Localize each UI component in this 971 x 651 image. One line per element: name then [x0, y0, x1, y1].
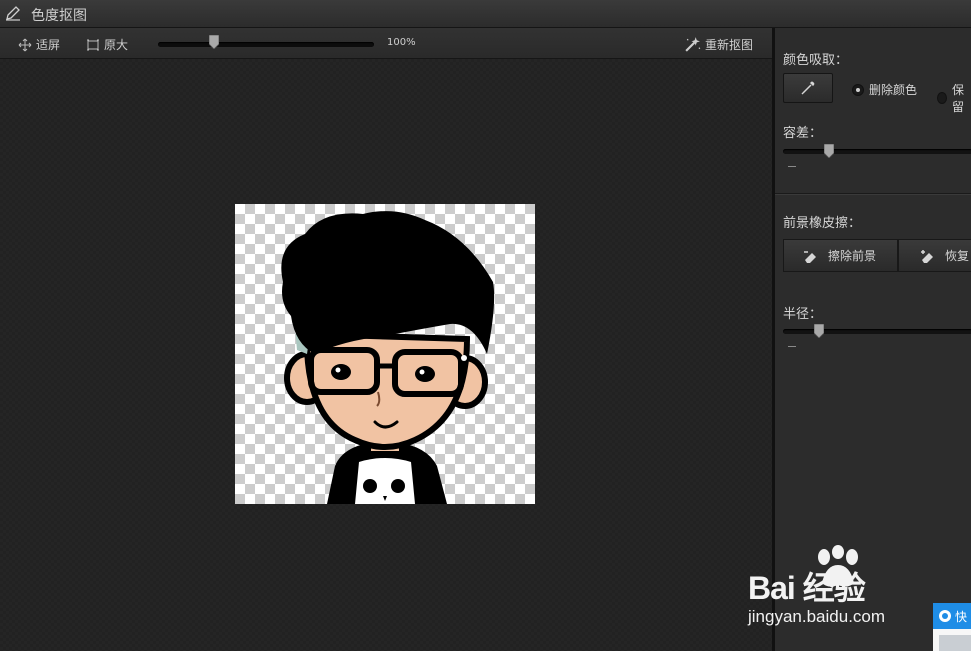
tolerance-min-tick [788, 166, 796, 167]
remove-color-radio[interactable]: 删除颜色 [852, 81, 917, 98]
eyedropper-button[interactable] [783, 73, 833, 103]
title-bar: 色度抠图 [0, 0, 971, 28]
radius-slider-thumb[interactable] [814, 324, 825, 338]
side-popup[interactable]: 快 [933, 603, 971, 651]
radio-dot [852, 83, 864, 96]
magic-wand-icon [685, 37, 701, 52]
radius-slider[interactable] [783, 329, 971, 334]
erase-foreground-button[interactable]: 擦除前景 [783, 239, 898, 272]
tolerance-slider[interactable] [783, 149, 971, 154]
reselect-button[interactable]: 重新抠图 [684, 36, 753, 53]
reselect-label: 重新抠图 [705, 38, 754, 52]
window-title: 色度抠图 [31, 8, 87, 24]
restore-button[interactable]: 恢复 [898, 239, 971, 272]
radius-min-tick [788, 346, 796, 347]
eyedropper-icon [801, 81, 815, 95]
preview-canvas[interactable] [0, 59, 772, 651]
popup-icon [939, 610, 951, 622]
settings-panel: 颜色吸取： 删除颜色 保留 容差： 前景橡皮擦： 擦除前景 恢复 半径： [775, 28, 971, 651]
tolerance-label: 容差： [783, 126, 823, 141]
fit-screen-label: 适屏 [36, 38, 61, 52]
radius-label: 半径： [783, 307, 823, 322]
fit-screen-icon [18, 38, 32, 51]
fit-screen-button[interactable]: 适屏 [18, 36, 60, 53]
zoom-percent: 100% [387, 37, 416, 48]
cutout-image [235, 204, 535, 504]
radio-dot [937, 92, 947, 104]
erase-foreground-label: 擦除前景 [828, 249, 877, 263]
keep-color-label: 保留 [951, 83, 964, 114]
eraser-icon [804, 250, 816, 263]
original-size-button[interactable]: 原大 [86, 36, 128, 53]
section-separator [775, 193, 971, 195]
tolerance-slider-thumb[interactable] [823, 144, 834, 158]
pen-icon [6, 6, 20, 21]
zoom-slider[interactable] [158, 42, 374, 47]
remove-color-label: 删除颜色 [869, 83, 918, 97]
cartoon-avatar [281, 211, 495, 504]
restore-label: 恢复 [945, 249, 970, 263]
original-size-label: 原大 [104, 38, 129, 52]
popup-header[interactable]: 快 [933, 603, 971, 629]
keep-color-radio[interactable]: 保留 [937, 81, 971, 115]
popup-thumbnail [939, 635, 971, 651]
toolbar: 适屏 原大 100% 重新抠图 [0, 28, 772, 59]
eraser-label: 前景橡皮擦： [783, 216, 862, 231]
popup-label: 快 [955, 609, 968, 624]
original-size-icon [87, 39, 99, 50]
eraser-plus-icon [921, 249, 933, 263]
color-pick-label: 颜色吸取： [783, 53, 849, 68]
zoom-slider-thumb[interactable] [209, 35, 220, 49]
